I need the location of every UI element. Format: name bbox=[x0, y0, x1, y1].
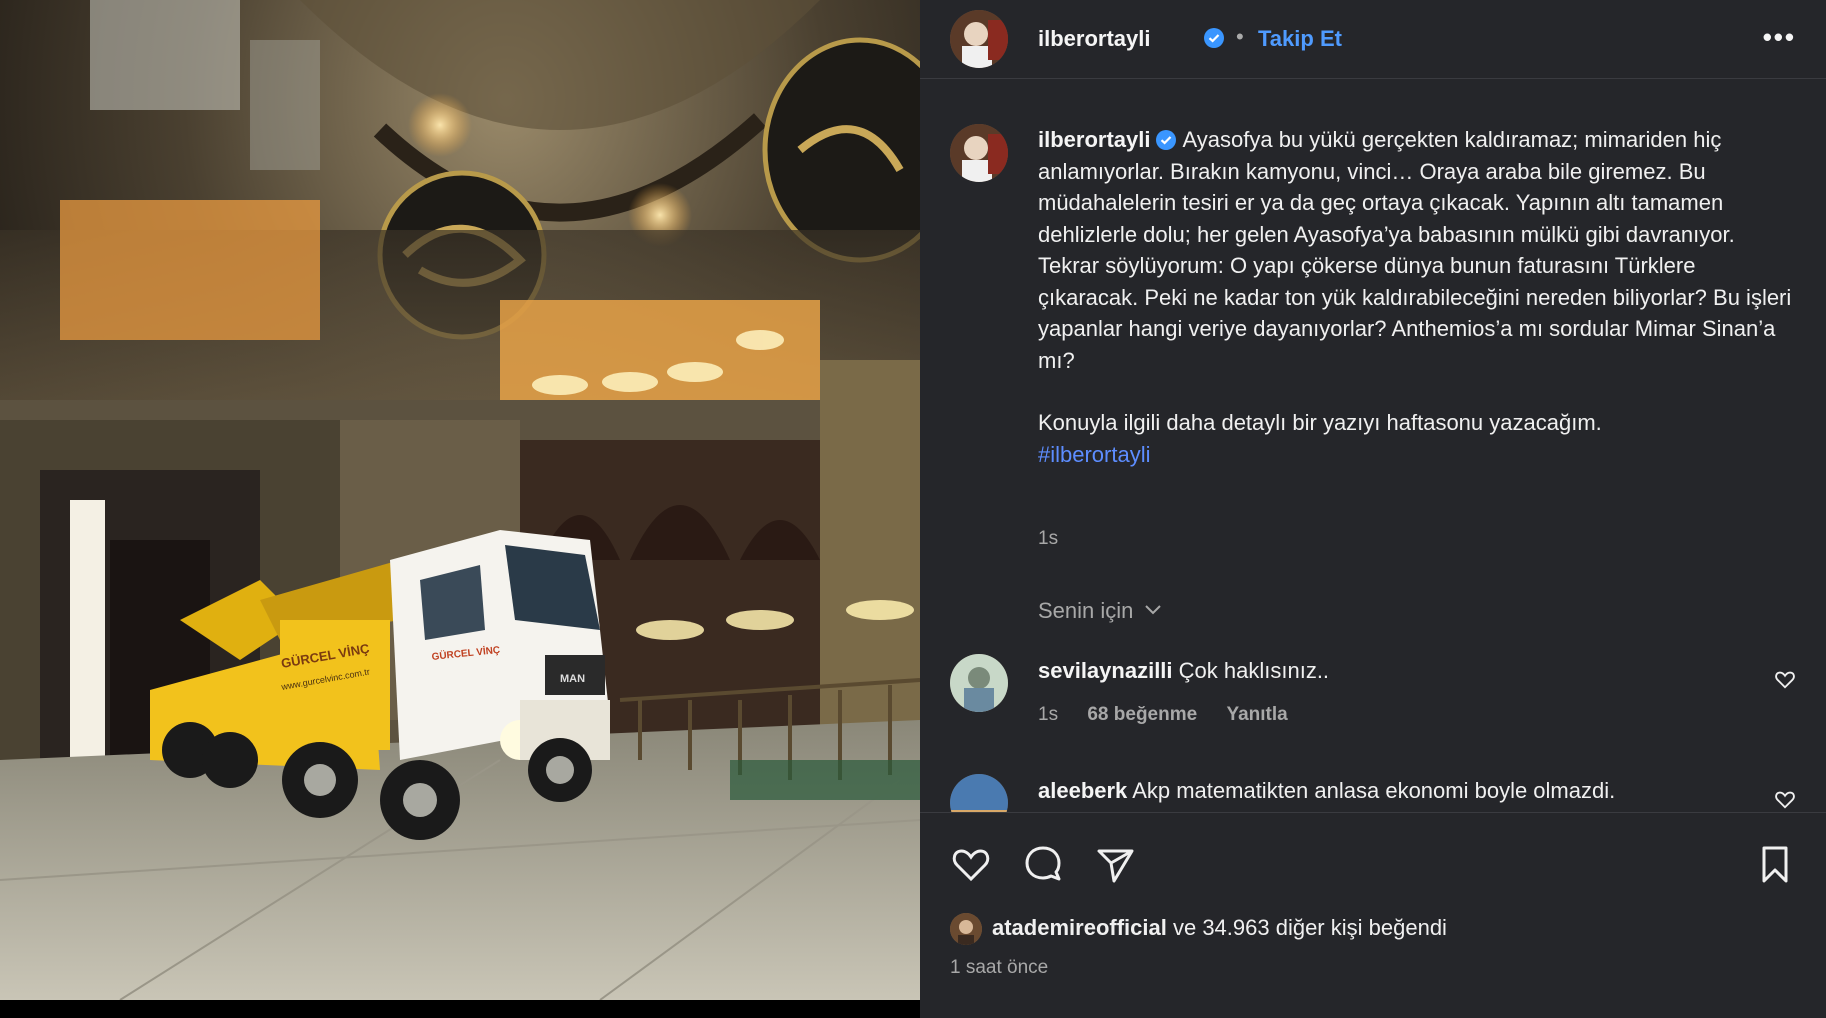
hagia-sophia-photo: GÜRCEL VİNÇ www.gurcelvinc.com.tr GÜRCEL… bbox=[0, 0, 920, 1000]
liker-username[interactable]: atademireofficial bbox=[992, 915, 1167, 940]
comments-filter[interactable]: Senin için bbox=[1038, 598, 1162, 624]
separator-dot: • bbox=[1236, 24, 1244, 49]
hashtag-link[interactable]: #ilberortayli bbox=[1038, 442, 1151, 467]
share-send-icon[interactable] bbox=[1094, 843, 1136, 885]
author-avatar[interactable] bbox=[950, 10, 1008, 68]
chevron-down-icon bbox=[1144, 605, 1161, 615]
commenter-avatar[interactable] bbox=[950, 654, 1008, 712]
post-image[interactable]: GÜRCEL VİNÇ www.gurcelvinc.com.tr GÜRCEL… bbox=[0, 0, 920, 1000]
comment-like-heart-icon[interactable] bbox=[1774, 788, 1796, 810]
caption-avatar[interactable] bbox=[950, 124, 1008, 182]
comment-text: Çok haklısınız.. bbox=[1178, 658, 1330, 683]
commenter-username[interactable]: aleeberk bbox=[1038, 778, 1127, 803]
post-caption: ilberortayli Ayasofya bu yükü gerçekten k… bbox=[1038, 124, 1798, 470]
truck-make: MAN bbox=[560, 673, 585, 685]
caption-username[interactable]: ilberortayli bbox=[1038, 127, 1150, 152]
comment-likes[interactable]: 68 beğenme bbox=[1087, 704, 1197, 725]
post-details-panel: ilberortayli • Takip Et ••• ilberortayli… bbox=[920, 0, 1826, 1018]
verified-badge-icon bbox=[1204, 28, 1224, 48]
comments-filter-label: Senin için bbox=[1038, 598, 1134, 623]
likes-rest: ve 34.963 diğer kişi beğendi bbox=[1172, 915, 1447, 940]
comment-like-heart-icon[interactable] bbox=[1774, 668, 1796, 690]
post-header: ilberortayli • Takip Et ••• bbox=[920, 0, 1826, 79]
commenter-username[interactable]: sevilaynazilli bbox=[1038, 658, 1173, 683]
caption-text-2: Konuyla ilgili daha detaylı bir yazıyı h… bbox=[1038, 410, 1602, 435]
liker-avatar[interactable] bbox=[950, 913, 982, 945]
like-heart-icon[interactable] bbox=[950, 843, 992, 885]
post-actions: atademireofficial ve 34.963 diğer kişi b… bbox=[920, 812, 1826, 1018]
comment-item: aleeberk Akp matematikten anlasa ekonomi… bbox=[920, 774, 1826, 812]
author-username[interactable]: ilberortayli bbox=[1038, 26, 1150, 52]
likes-summary[interactable]: atademireofficial ve 34.963 diğer kişi b… bbox=[992, 915, 1447, 941]
verified-badge-icon bbox=[1156, 130, 1177, 150]
comment-bubble-icon[interactable] bbox=[1022, 843, 1064, 885]
commenter-avatar[interactable] bbox=[950, 774, 1008, 812]
comment-time: 1s bbox=[1038, 704, 1059, 725]
comment-text: Akp matematikten anlasa ekonomi boyle ol… bbox=[1132, 778, 1616, 803]
reply-button[interactable]: Yanıtla bbox=[1226, 704, 1287, 725]
caption-timestamp: 1s bbox=[1038, 528, 1059, 549]
bookmark-icon[interactable] bbox=[1754, 843, 1796, 885]
post-timestamp: 1 saat önce bbox=[950, 957, 1049, 978]
caption-text: Ayasofya bu yükü gerçekten kaldıramaz; m… bbox=[1038, 127, 1792, 373]
follow-button[interactable]: Takip Et bbox=[1258, 26, 1342, 52]
comment-item: sevilaynazilli Çok haklısınız.. 1s 68 be… bbox=[920, 654, 1826, 744]
more-options-icon[interactable]: ••• bbox=[1763, 22, 1796, 53]
